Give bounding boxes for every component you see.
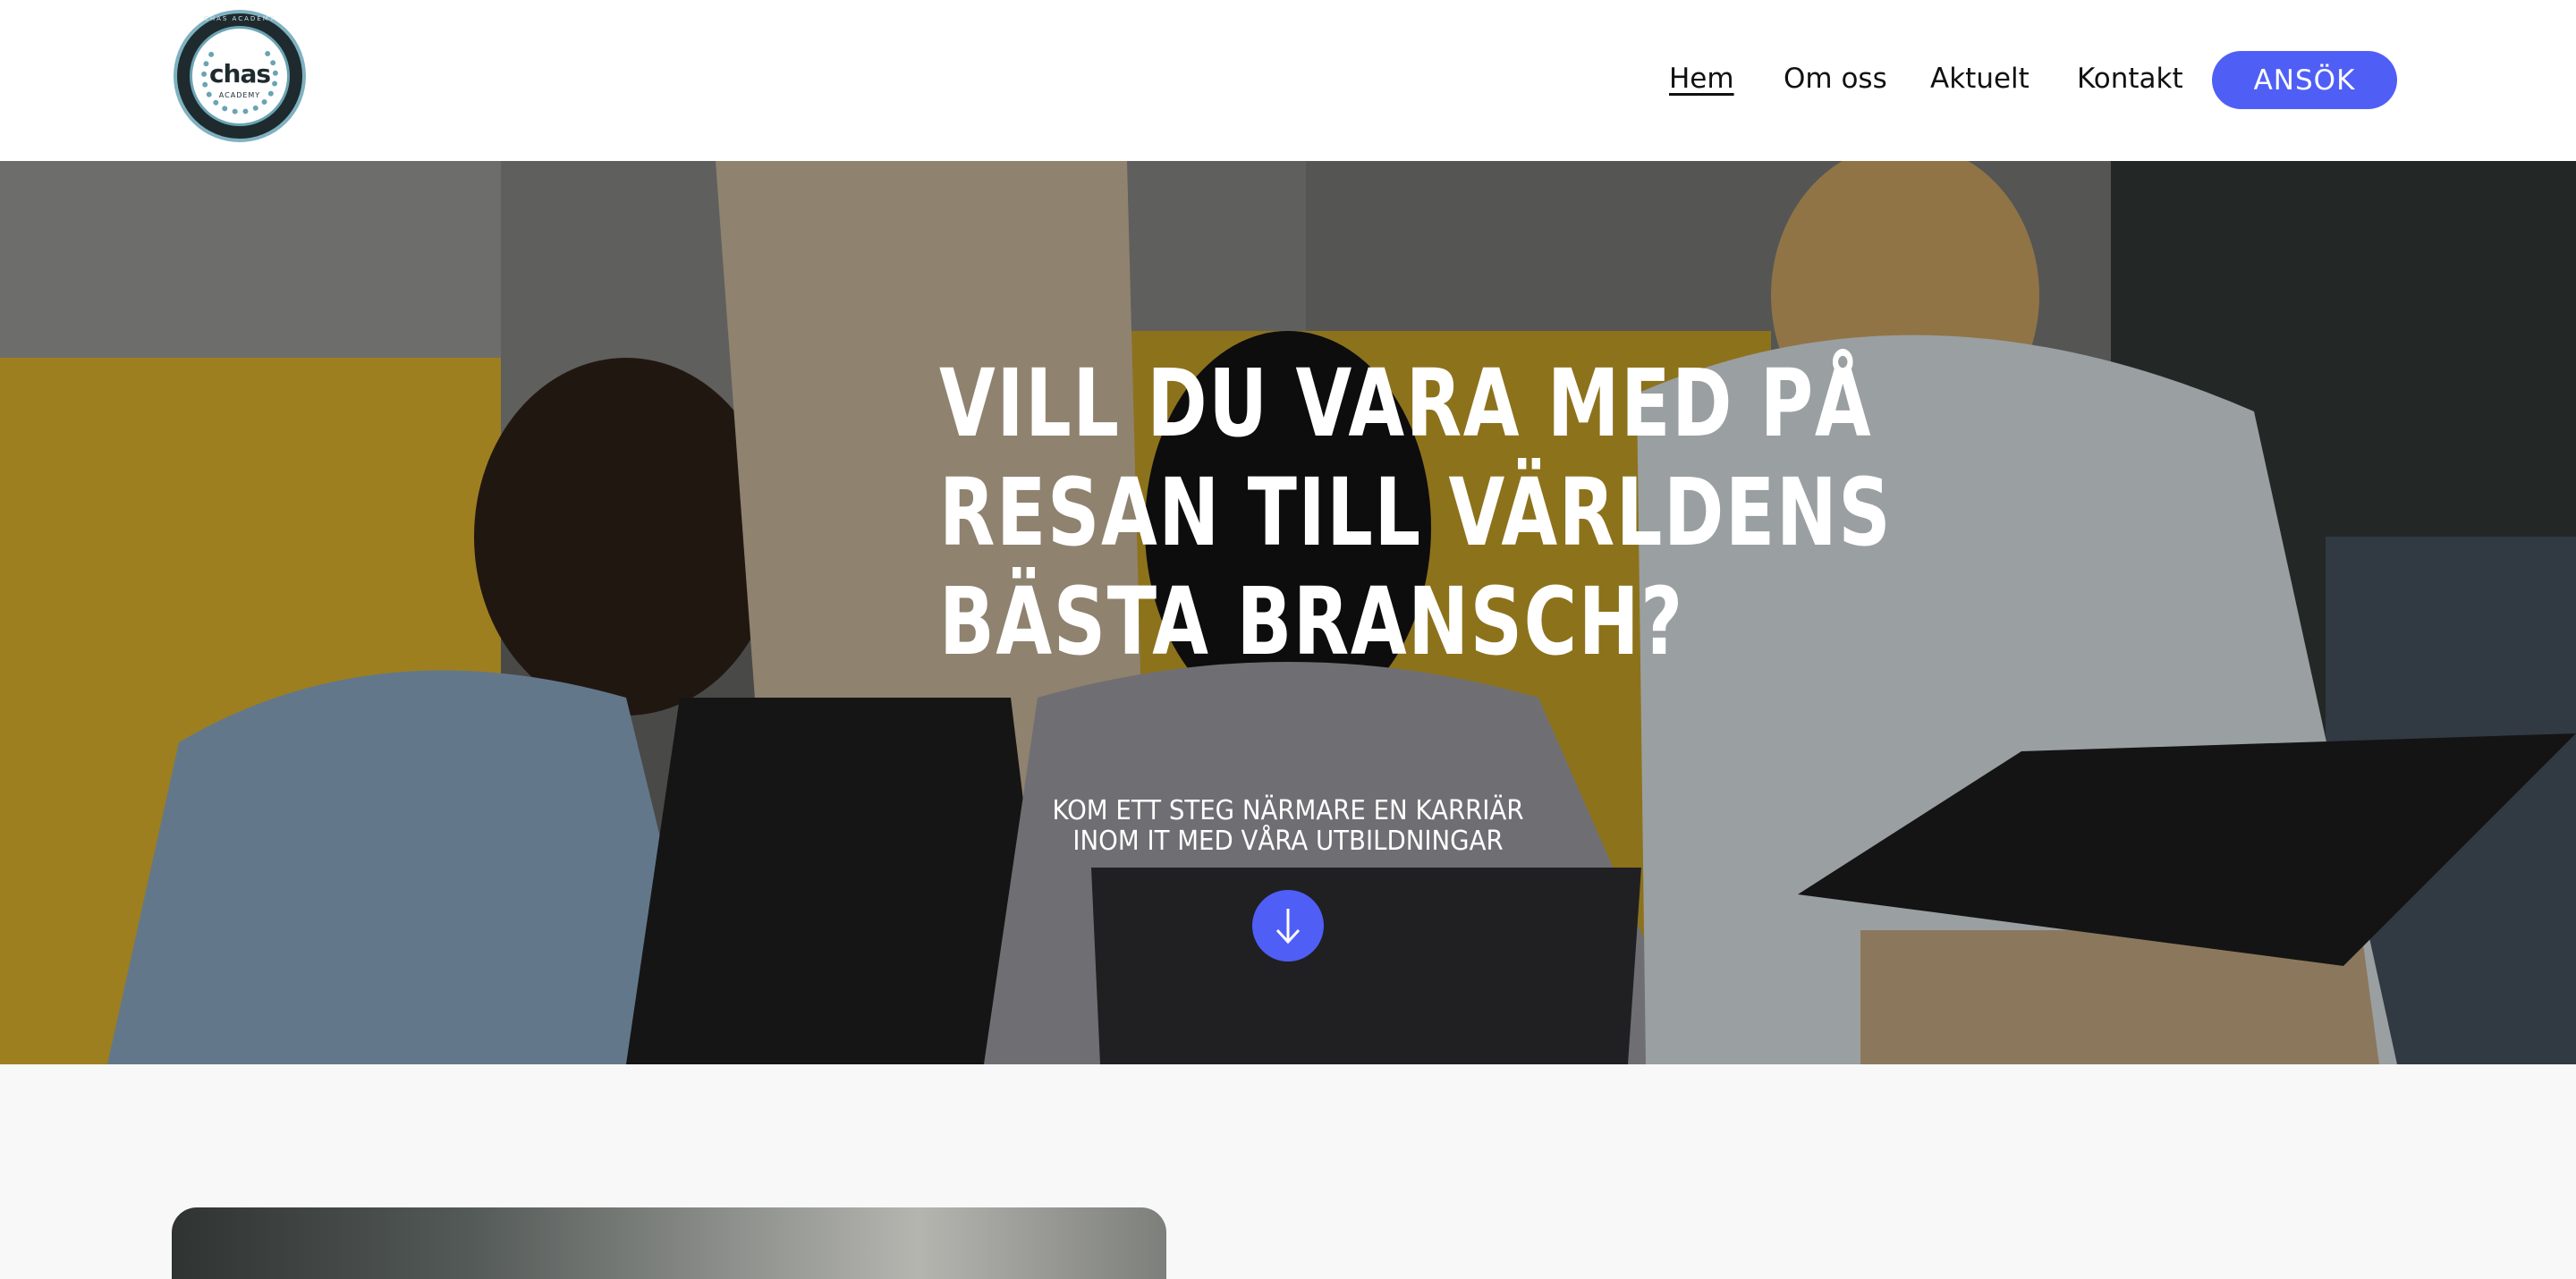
hero-title-line: BÄSTA BRANSCH?: [939, 567, 1684, 676]
logo-ring-text: CHAS ACADEMY: [203, 15, 276, 22]
chas-academy-logo[interactable]: CHAS ACADEMY chas ACADEMY: [174, 10, 306, 142]
nav-link-aktuelt[interactable]: Aktuelt: [1930, 63, 2029, 95]
arrow-down-icon: [1275, 909, 1301, 944]
logo-name: chas: [208, 59, 271, 89]
hero-title-line: VILL DU VARA MED PÅ: [939, 349, 1873, 458]
hero-subtitle-line: KOM ETT STEG NÄRMARE EN KARRIÄR: [1052, 795, 1524, 826]
apply-button[interactable]: ANSÖK: [2212, 51, 2397, 109]
hero-subtitle-line: INOM IT MED VÅRA UTBILDNINGAR: [1072, 826, 1504, 857]
scroll-down-button[interactable]: [1252, 890, 1324, 961]
nav-link-om-oss[interactable]: Om oss: [1784, 63, 1887, 95]
nav-link-hem[interactable]: Hem: [1669, 63, 1734, 95]
logo-badge: chas ACADEMY: [190, 26, 290, 126]
hero-section: VILL DU VARA MED PÅ RESAN TILL VÄRLDENS …: [0, 161, 2576, 1064]
feature-image: [172, 1207, 1166, 1279]
hero-title-line: RESAN TILL VÄRLDENS: [939, 458, 1893, 567]
nav-link-kontakt[interactable]: Kontakt: [2077, 63, 2183, 95]
hero-title: VILL DU VARA MED PÅ RESAN TILL VÄRLDENS …: [939, 349, 1893, 676]
logo-subtext: ACADEMY: [218, 91, 261, 99]
hero-subtitle: KOM ETT STEG NÄRMARE EN KARRIÄR INOM IT …: [959, 796, 1617, 857]
site-header: CHAS ACADEMY chas ACADEMY Hem Om oss Akt…: [0, 0, 2576, 161]
